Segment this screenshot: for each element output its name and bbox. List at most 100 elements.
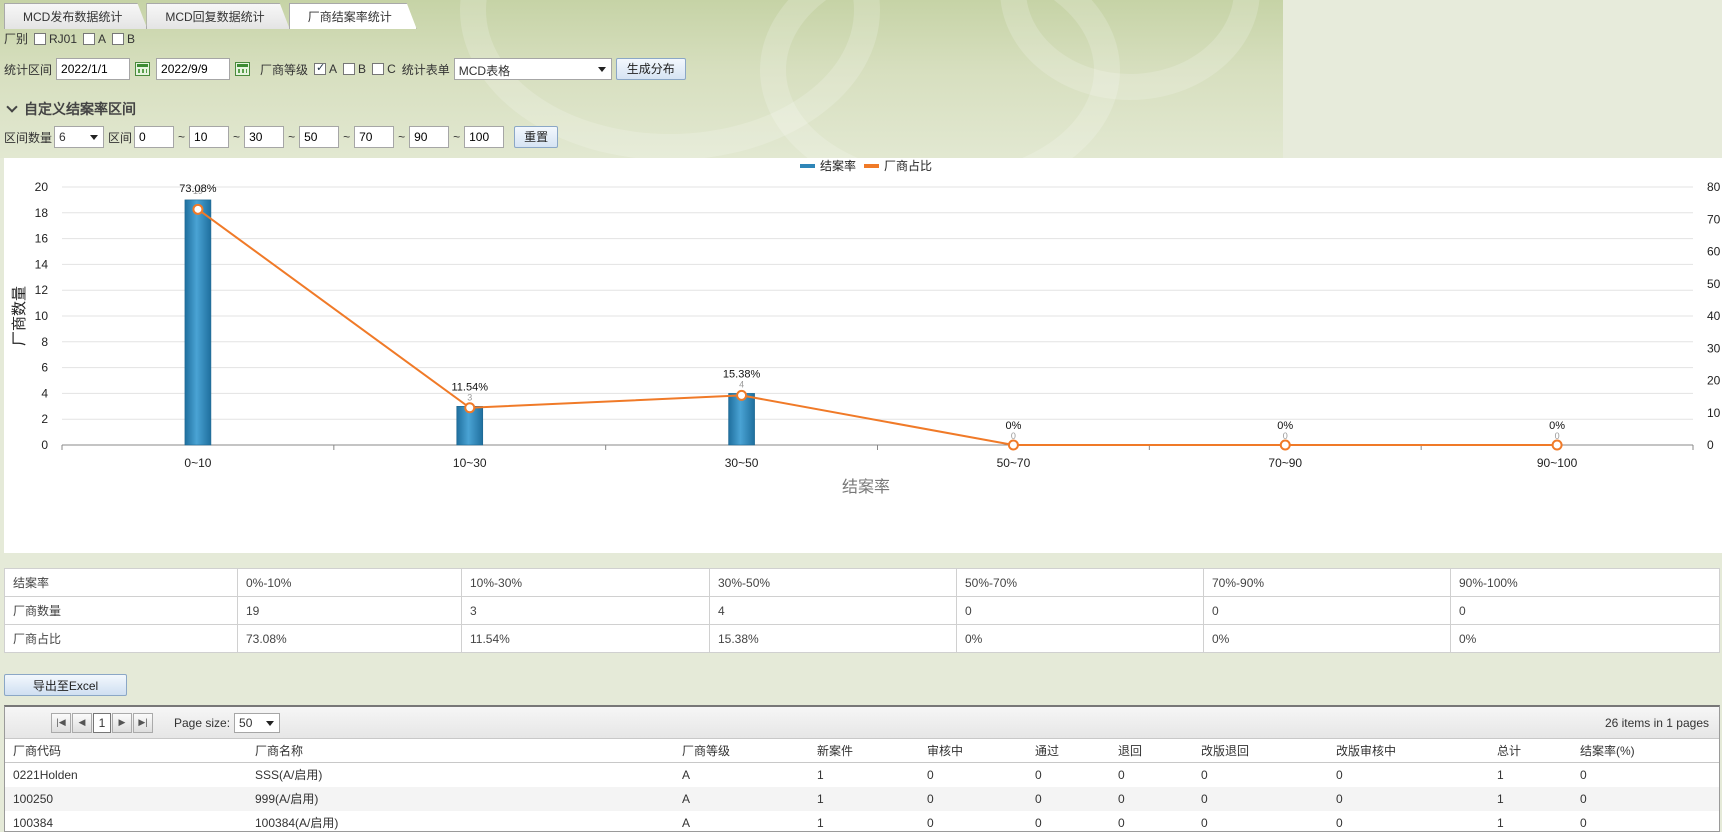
column-header[interactable]: 新案件: [809, 739, 919, 762]
range-count-value: 6: [59, 130, 66, 144]
range-input-6[interactable]: [464, 126, 505, 148]
date-to-input[interactable]: [156, 58, 231, 80]
column-header[interactable]: 厂商等级: [674, 739, 809, 762]
range-label: 区间: [108, 130, 133, 145]
range-separator: ~: [398, 130, 406, 144]
summary-cell: 90%-100%: [1450, 568, 1720, 597]
table-cell: 0: [1035, 768, 1042, 782]
summary-cell: 0%-10%: [237, 568, 462, 597]
range-count-select[interactable]: 6: [54, 126, 105, 148]
vendor-checkbox-b[interactable]: [112, 32, 125, 45]
summary-cell: 0: [1203, 596, 1451, 625]
pager-info: 26 items in 1 pages: [1604, 716, 1709, 730]
table-cell: A: [682, 768, 691, 782]
column-header[interactable]: 厂商代码: [5, 739, 247, 762]
range-input-3[interactable]: [299, 126, 340, 148]
grade-checkbox-a[interactable]: [314, 61, 327, 75]
range-input-0[interactable]: [134, 126, 175, 148]
column-header[interactable]: 厂商名称: [247, 739, 674, 762]
chart-svg: 0246810121416182001020304050607080190~10…: [11, 158, 1721, 496]
form-select[interactable]: MCD表格: [453, 58, 612, 80]
table-cell: 0: [927, 768, 934, 782]
grid-pager: |◀ ◀ 1 ▶ ▶| Page size: 50 26 items in 1 …: [5, 707, 1719, 739]
table-cell: 999(A/启用): [255, 792, 319, 806]
period-label: 统计区间: [4, 62, 53, 77]
table-cell: 100250: [13, 792, 54, 806]
column-header[interactable]: 改版审核中: [1328, 739, 1489, 762]
table-row[interactable]: 100384 100384(A/启用) A 1 0 0 0 0 0 1 0: [5, 811, 1719, 831]
summary-row-label: 厂商数量: [4, 596, 238, 625]
filter-panel-right: [1283, 0, 1722, 158]
range-input-1[interactable]: [189, 126, 230, 148]
vendor-checkbox-rj01[interactable]: [34, 32, 47, 45]
table-cell: 0: [1201, 768, 1208, 782]
table-cell: 0: [1336, 816, 1343, 830]
date-from-input[interactable]: [56, 58, 131, 80]
y-tick-label: 8: [41, 335, 48, 349]
y2-tick-label: 50: [1707, 277, 1721, 291]
line-series: [197, 208, 1558, 446]
table-cell: 1: [1497, 768, 1504, 782]
range-input-5[interactable]: [409, 126, 450, 148]
range-input-2[interactable]: [244, 126, 285, 148]
next-page-icon[interactable]: ▶: [112, 712, 132, 733]
range-input-4[interactable]: [354, 126, 395, 148]
column-header[interactable]: 改版退回: [1193, 739, 1328, 762]
page-size-select[interactable]: 50: [234, 712, 281, 733]
table-cell: 0: [1118, 768, 1125, 782]
grade-checkbox-c[interactable]: [372, 63, 385, 75]
range-separator: ~: [288, 130, 296, 144]
column-header[interactable]: 退回: [1110, 739, 1193, 762]
table-row[interactable]: 100250 999(A/启用) A 1 0 0 0 0 0 1 0: [5, 787, 1719, 811]
table-cell: 1: [817, 792, 824, 806]
close-rate-chart: 0 2 4 6 8 10 12 14 16 18 20 0 10 20 30 40 50 60 70 80 19 0~10…: [4, 158, 1722, 553]
table-cell: 1: [817, 816, 824, 830]
y-tick-label: 4: [41, 386, 48, 400]
period-filter-row: 统计区间 厂商等级 A B C 统计表单 MCD表格 生成分布: [4, 58, 686, 80]
table-cell: 100384: [13, 816, 54, 830]
export-excel-button[interactable]: 导出至Excel: [4, 674, 127, 696]
y2-tick-label: 10: [1707, 406, 1721, 420]
summary-cell: 50%-70%: [956, 568, 1204, 597]
table-cell: 1: [817, 768, 824, 782]
last-page-icon[interactable]: ▶|: [133, 712, 153, 733]
x-tick-label: 50~70: [997, 456, 1031, 470]
generate-button[interactable]: 生成分布: [615, 58, 686, 80]
table-cell: A: [682, 792, 691, 806]
calendar-icon[interactable]: [135, 62, 151, 76]
column-header[interactable]: 结案率(%): [1572, 739, 1717, 762]
summary-cell: 0: [1450, 596, 1720, 625]
prev-page-icon[interactable]: ◀: [72, 712, 92, 733]
reset-button[interactable]: 重置: [514, 126, 559, 148]
summary-table: 结案率 0%-10% 10%-30% 30%-50% 50%-70% 70%-90% 90%…: [4, 568, 1720, 653]
tab-vendor-close-rate[interactable]: 厂商结案率统计: [289, 3, 417, 29]
vendor-checkbox-a[interactable]: [83, 32, 96, 45]
y-tick-label: 6: [41, 361, 48, 375]
first-page-icon[interactable]: |◀: [51, 712, 71, 733]
tab-mcd-publish[interactable]: MCD发布数据统计: [4, 3, 147, 29]
range-separator: ~: [233, 130, 241, 144]
line-point: [1551, 439, 1563, 451]
grade-option-label: C: [387, 62, 396, 76]
calendar-icon[interactable]: [235, 62, 251, 76]
y-tick-label: 18: [35, 206, 49, 220]
y-tick-label: 14: [35, 257, 49, 271]
current-page[interactable]: 1: [93, 712, 111, 733]
grade-label: 厂商等级: [260, 62, 309, 77]
grade-checkbox-b[interactable]: [343, 63, 356, 75]
summary-cell: 0%: [1203, 624, 1451, 653]
tab-mcd-reply[interactable]: MCD回复数据统计: [146, 3, 289, 29]
column-header[interactable]: 总计: [1489, 739, 1572, 762]
line-data-label: 15.38%: [723, 368, 761, 380]
y2-tick-label: 80: [1707, 180, 1721, 194]
line-point: [1279, 439, 1291, 451]
chevron-down-icon: [90, 135, 99, 140]
table-cell: 0: [1035, 792, 1042, 806]
column-header[interactable]: 通过: [1027, 739, 1110, 762]
vendor-option-label: B: [127, 31, 136, 46]
column-header[interactable]: 审核中: [919, 739, 1027, 762]
table-cell: 0221Holden: [13, 768, 78, 782]
grid-body: 0221Holden SSS(A/启用) A 1 0 0 0 0 0 1 0 100250 999(A/…: [5, 763, 1719, 831]
table-row[interactable]: 0221Holden SSS(A/启用) A 1 0 0 0 0 0 1 0: [5, 763, 1719, 787]
custom-range-header[interactable]: 自定义结案率区间: [6, 99, 136, 119]
